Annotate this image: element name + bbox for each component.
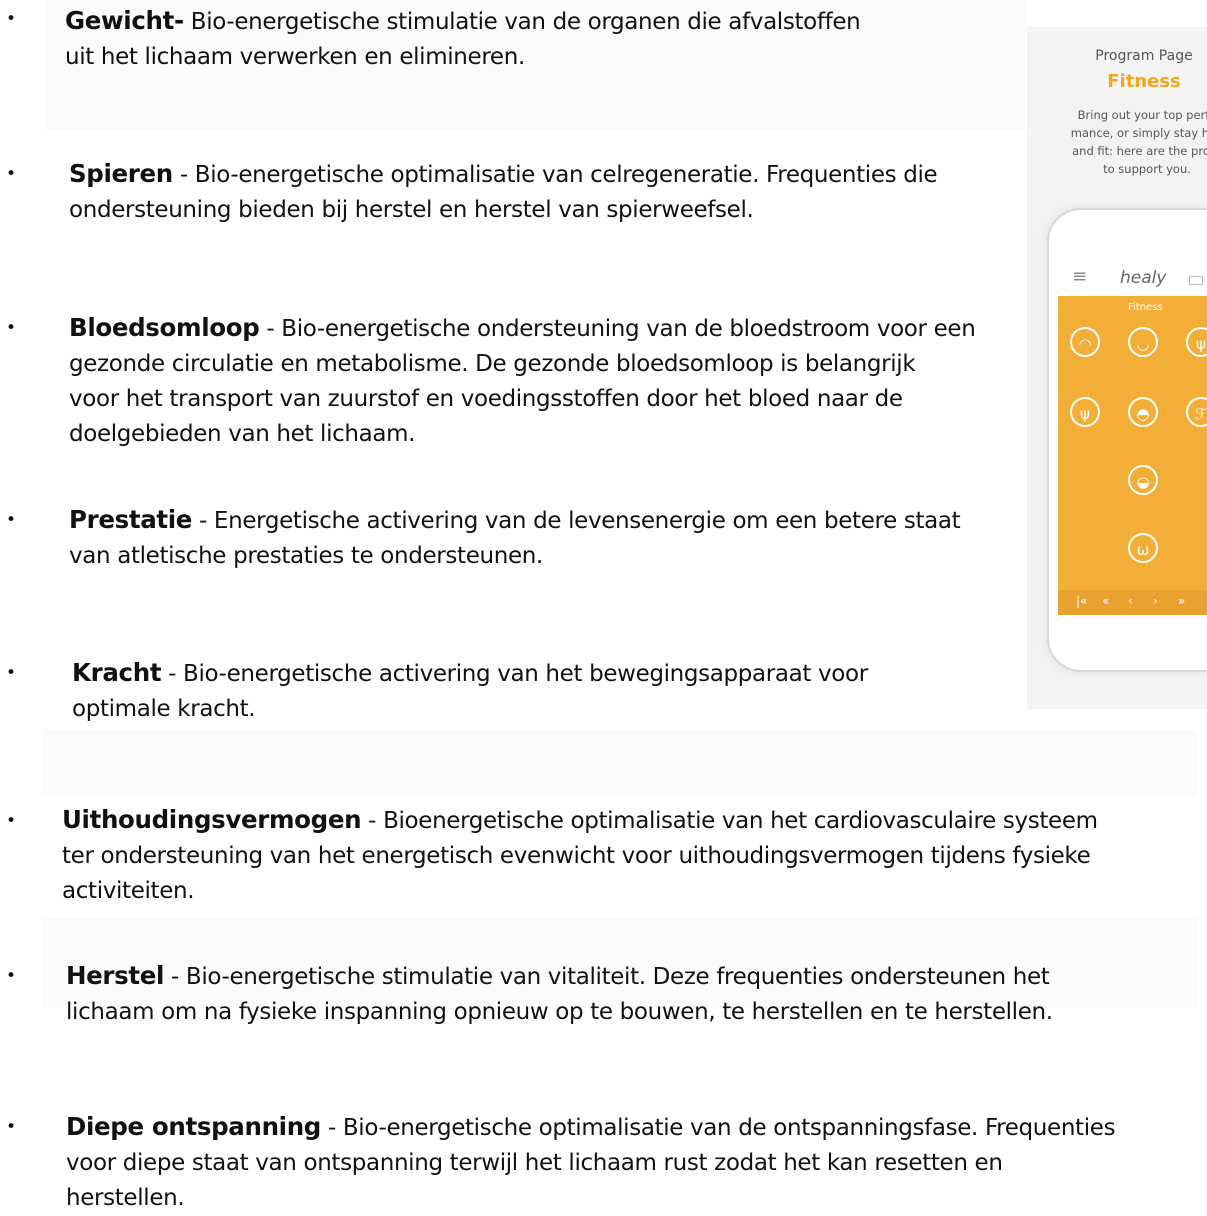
item-term: Spieren	[69, 159, 173, 188]
card-desc-line: Bring out your top perfo	[1077, 108, 1207, 122]
item-text: doelgebieden van het lichaam.	[69, 421, 416, 447]
app-logo: healy	[1120, 268, 1167, 288]
program-icon[interactable]: ψ	[1186, 327, 1207, 357]
item-term: Uithoudingsvermogen	[62, 805, 362, 834]
card-subtitle: Program Page	[1095, 48, 1193, 64]
item-text: lichaam om na fysieke inspanning opnieuw…	[66, 999, 1053, 1025]
app-bar: ≡ healy	[1058, 260, 1207, 296]
forward-icon[interactable]: ›	[1153, 594, 1158, 608]
item-text: - Bio-energetische optimalisatie van cel…	[172, 162, 938, 188]
item-term: Kracht	[72, 658, 162, 687]
item-text: activiteiten.	[62, 878, 195, 904]
first-page-icon[interactable]: |«	[1076, 594, 1087, 608]
fast-back-icon[interactable]: «	[1102, 594, 1109, 608]
item-term: Prestatie	[69, 505, 193, 534]
item-text: voor diepe staat van ontspanning terwijl…	[66, 1150, 1003, 1176]
card-desc-line: and fit: here are the progr	[1072, 144, 1207, 158]
item-text: ter ondersteuning van het energetisch ev…	[62, 843, 1091, 869]
program-page-card: Program Page Fitness Bring out your top …	[1027, 27, 1207, 709]
item-text: uit het lichaam verwerken en elimineren.	[65, 44, 525, 70]
program-icon[interactable]: ψ	[1070, 397, 1100, 427]
program-icon[interactable]: ℱ	[1186, 397, 1207, 427]
screen-label: Fitness	[1128, 302, 1163, 313]
program-icon[interactable]: ◠	[1070, 327, 1100, 357]
bullet: •	[6, 164, 17, 184]
item-text: van atletische prestaties te ondersteune…	[69, 543, 543, 569]
card-description: Bring out your top perfo mance, or simpl…	[1047, 106, 1207, 178]
card-title: Fitness	[1107, 71, 1181, 92]
item-text: - Bio-energetische ondersteuning van de …	[259, 316, 976, 342]
item-text: ondersteuning bieden bij herstel en hers…	[69, 197, 754, 223]
item-text: voor het transport van zuurstof en voedi…	[69, 386, 903, 412]
item-term: Gewicht-	[65, 6, 184, 35]
bullet: •	[6, 1117, 17, 1137]
program-icon[interactable]: ◓	[1128, 397, 1158, 427]
item-text: Bio-energetische stimulatie van de organ…	[183, 9, 861, 35]
item-text: - Bio-energetische activering van het be…	[161, 661, 868, 687]
bullet: •	[6, 811, 17, 831]
card-desc-line: to support you.	[1103, 162, 1191, 176]
item-text: - Energetische activering van de levense…	[192, 508, 961, 534]
item-text: - Bioenergetische optimalisatie van het …	[361, 808, 1098, 834]
phone-screen: ≡ healy Fitness ◠ ◡ ψ ψ ◓ ℱ ◒ ω |« « ‹ ›…	[1058, 260, 1207, 615]
menu-icon[interactable]: ≡	[1072, 266, 1087, 287]
bullet: •	[6, 318, 17, 338]
battery-icon	[1189, 276, 1203, 285]
item-text: gezonde circulatie en metabolisme. De ge…	[69, 351, 916, 377]
program-icon[interactable]: ◒	[1128, 465, 1158, 495]
back-icon[interactable]: ‹	[1128, 594, 1133, 608]
card-desc-line: mance, or simply stay hea	[1070, 126, 1207, 140]
item-text: - Bio-energetische optimalisatie van de …	[321, 1115, 1116, 1141]
item-text: herstellen.	[66, 1185, 185, 1211]
bullet: •	[6, 663, 17, 683]
fast-forward-icon[interactable]: »	[1178, 594, 1185, 608]
item-term: Diepe ontspanning	[66, 1112, 321, 1141]
item-text: - Bio-energetische stimulatie van vitali…	[164, 964, 1050, 990]
program-icon[interactable]: ω	[1128, 533, 1158, 563]
bullet: •	[6, 510, 17, 530]
bullet: •	[6, 966, 17, 986]
item-term: Bloedsomloop	[69, 313, 260, 342]
background-panel	[42, 730, 1197, 796]
program-icon[interactable]: ◡	[1128, 327, 1158, 357]
item-term: Herstel	[66, 961, 165, 990]
pager-nav: |« « ‹ › »	[1058, 590, 1207, 615]
item-text: optimale kracht.	[72, 696, 256, 722]
bullet: •	[6, 9, 17, 29]
